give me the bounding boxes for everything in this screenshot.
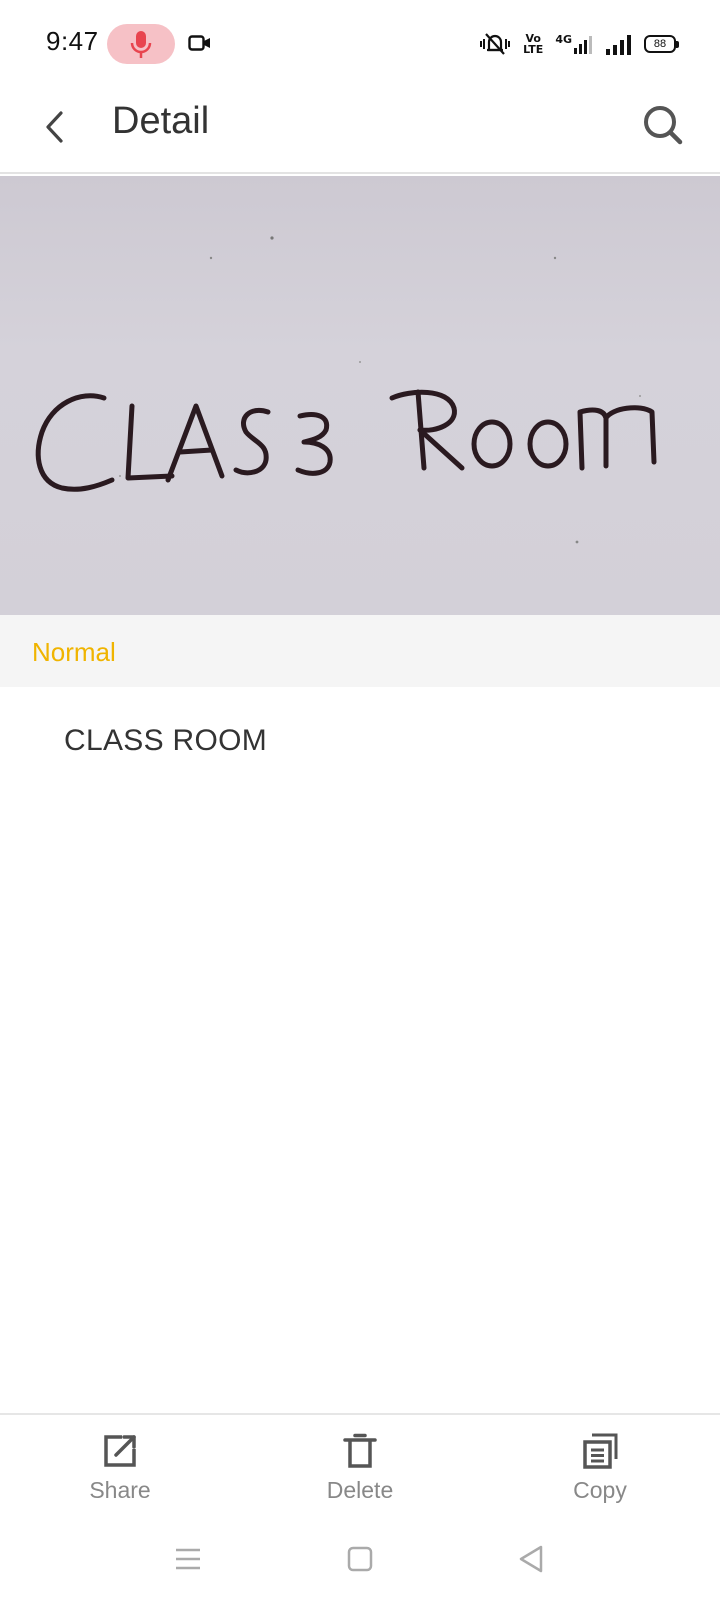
detail-screen: 9:47 Vo LTE 4G 88 Detail Normal CLASS RO…	[0, 0, 720, 1600]
copy-icon	[583, 1433, 618, 1469]
signal-sim1-icon	[574, 36, 592, 54]
page-title: Detail	[112, 100, 210, 142]
system-navigation-bar	[0, 1517, 720, 1600]
delete-label: Delete	[326, 1477, 394, 1503]
status-bar: 9:47 Vo LTE 4G 88	[0, 0, 720, 86]
home-button[interactable]	[340, 1539, 380, 1579]
chevron-left-icon	[46, 111, 63, 143]
mic-in-use-indicator[interactable]	[107, 24, 175, 64]
status-time: 9:47	[46, 26, 99, 56]
recognized-text[interactable]: CLASS ROOM	[64, 724, 267, 758]
handwritten-class-room-image	[35, 236, 657, 544]
share-icon	[104, 1435, 136, 1467]
signal-sim2-icon	[606, 35, 631, 55]
search-icon	[644, 106, 683, 145]
category-strip: Normal	[0, 615, 720, 687]
triangle-back-icon	[519, 1545, 543, 1573]
app-bar: Detail	[0, 86, 720, 174]
copy-label: Copy	[573, 1477, 627, 1503]
square-icon	[347, 1546, 373, 1572]
captured-photo	[0, 176, 720, 615]
status-icons: Vo LTE 4G 88	[479, 30, 679, 58]
battery-indicator: 88	[644, 35, 679, 53]
category-label: Normal	[32, 637, 116, 667]
system-back-button[interactable]	[511, 1539, 551, 1579]
trash-icon	[343, 1433, 377, 1468]
recents-button[interactable]	[168, 1539, 208, 1579]
camera-in-use-icon	[188, 35, 210, 51]
volte-indicator: Vo LTE	[523, 32, 544, 56]
mobile-data-4g-indicator: 4G	[555, 34, 594, 54]
vibrate-mute-icon	[480, 33, 511, 55]
search-button[interactable]	[636, 98, 690, 152]
share-button[interactable]: Share	[60, 1433, 180, 1504]
menu-icon	[176, 1548, 200, 1570]
bottom-toolbar: Share Delete Copy	[0, 1413, 720, 1517]
delete-button[interactable]: Delete	[300, 1433, 420, 1504]
microphone-icon	[130, 31, 152, 58]
share-label: Share	[89, 1477, 151, 1503]
back-button[interactable]	[30, 100, 80, 154]
copy-button[interactable]: Copy	[540, 1433, 660, 1504]
